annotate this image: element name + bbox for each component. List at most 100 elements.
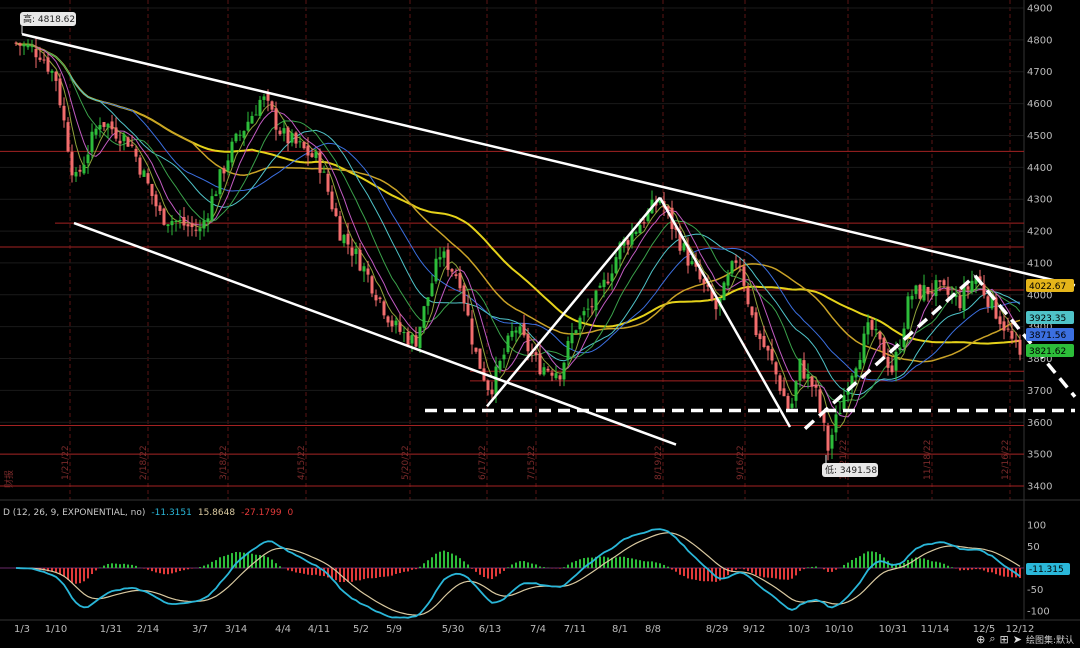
candle-body bbox=[758, 333, 762, 340]
candle-body bbox=[786, 395, 790, 409]
date-tick-label: 4/4 bbox=[275, 624, 291, 635]
candle-body bbox=[194, 229, 198, 231]
candle-body bbox=[454, 274, 458, 277]
candle-body bbox=[722, 282, 726, 301]
candle-body bbox=[254, 114, 258, 116]
candle-body bbox=[326, 173, 330, 192]
candle-body bbox=[34, 49, 38, 58]
vertical-date-label: 1/21/22 bbox=[61, 445, 71, 480]
candle-body bbox=[830, 434, 834, 449]
cursor-icon[interactable]: ➤ bbox=[1013, 633, 1022, 646]
candle-body bbox=[134, 148, 138, 157]
candle-body bbox=[370, 276, 374, 294]
candle-body bbox=[730, 261, 734, 274]
candle-body bbox=[90, 131, 94, 153]
candle-body bbox=[250, 115, 254, 124]
date-tick-label: 4/11 bbox=[308, 624, 330, 635]
price-tags: 4022.67 3923.35 3871.56 3821.62 bbox=[1026, 279, 1074, 357]
date-tick-label: 7/11 bbox=[564, 624, 586, 635]
date-tick-label: 8/8 bbox=[645, 624, 661, 635]
candle-body bbox=[358, 249, 362, 271]
candle-body bbox=[626, 240, 630, 245]
candle-body bbox=[478, 348, 482, 369]
candle-body bbox=[442, 251, 446, 258]
candle-body bbox=[394, 320, 398, 326]
candle-body bbox=[578, 317, 582, 330]
candle-body bbox=[30, 46, 34, 48]
candle-body bbox=[106, 123, 110, 128]
candle-body bbox=[410, 334, 414, 344]
candle-body bbox=[514, 330, 518, 333]
candle-body bbox=[378, 297, 382, 300]
candle-body bbox=[546, 368, 550, 371]
candle-body bbox=[342, 234, 346, 244]
candle-body bbox=[242, 130, 246, 138]
candle-body bbox=[82, 164, 86, 174]
crosshair-icon[interactable]: ⊕ bbox=[976, 633, 985, 646]
candle-body bbox=[70, 152, 74, 176]
candle-body bbox=[266, 93, 270, 101]
zoom-icon[interactable]: ⌕ bbox=[989, 632, 995, 646]
candle-body bbox=[362, 266, 366, 272]
date-tick-label: 5/9 bbox=[386, 624, 402, 635]
candle-body bbox=[158, 205, 162, 211]
candle-body bbox=[298, 141, 302, 143]
vertical-date-label: 8/19/22 bbox=[654, 445, 664, 480]
candle-body bbox=[286, 127, 290, 144]
candle-body bbox=[790, 403, 794, 408]
price-tick-label: 4700 bbox=[1027, 67, 1052, 78]
candle-body bbox=[838, 412, 842, 415]
price-chart[interactable]: 4900480047004600450044004300420041004000… bbox=[0, 0, 1080, 648]
price-tag-text: 3871.56 bbox=[1029, 331, 1066, 341]
candle-body bbox=[94, 128, 98, 135]
candle-body bbox=[18, 43, 22, 46]
candle-body bbox=[734, 260, 738, 263]
price-tick-label: 4400 bbox=[1027, 163, 1052, 174]
candle-body bbox=[458, 273, 462, 289]
candle-body bbox=[810, 376, 814, 387]
candle-body bbox=[1006, 328, 1010, 330]
candle-body bbox=[138, 157, 142, 175]
candle-body bbox=[262, 96, 266, 100]
candle-body bbox=[62, 105, 66, 121]
candle-body bbox=[738, 265, 742, 267]
candle-body bbox=[934, 280, 938, 297]
candle-body bbox=[450, 269, 454, 272]
date-tick-label: 1/3 bbox=[14, 624, 30, 635]
date-tick-label: 1/10 bbox=[45, 624, 67, 635]
candle-body bbox=[314, 151, 318, 158]
macd-legend: D (12, 26, 9, EXPONENTIAL, no) -11.3151 … bbox=[0, 505, 296, 521]
candle-body bbox=[890, 365, 894, 373]
candle-body bbox=[958, 295, 962, 309]
candle-body bbox=[282, 128, 286, 134]
price-tick-label: 4300 bbox=[1027, 195, 1052, 206]
macd-value: -11.3151 bbox=[151, 508, 192, 518]
candle-body bbox=[886, 356, 890, 368]
candle-body bbox=[910, 295, 914, 300]
candle-body bbox=[226, 160, 230, 171]
candle-body bbox=[390, 320, 394, 327]
candle-body bbox=[894, 351, 898, 371]
candle-body bbox=[290, 133, 294, 143]
candle-body bbox=[142, 170, 146, 177]
candle-body bbox=[78, 169, 82, 172]
date-tick-label: 5/30 bbox=[442, 624, 464, 635]
date-tick-label: 10/3 bbox=[788, 624, 810, 635]
candle-body bbox=[122, 134, 126, 142]
date-tick-label: 3/7 bbox=[192, 624, 208, 635]
background bbox=[0, 0, 1080, 648]
price-tick-label: 3400 bbox=[1027, 482, 1052, 493]
candle-body bbox=[238, 134, 242, 136]
candle-body bbox=[986, 296, 990, 307]
candle-body bbox=[402, 332, 406, 334]
date-tick-label: 11/14 bbox=[921, 624, 950, 635]
candle-body bbox=[318, 152, 322, 173]
candle-body bbox=[586, 308, 590, 310]
candle-body bbox=[1010, 330, 1014, 339]
grid-icon[interactable]: ⊞ bbox=[1000, 633, 1009, 646]
candle-body bbox=[834, 414, 838, 433]
candle-body bbox=[774, 362, 778, 375]
candle-body bbox=[526, 334, 530, 352]
candle-body bbox=[802, 360, 806, 379]
grid bbox=[0, 0, 1080, 648]
